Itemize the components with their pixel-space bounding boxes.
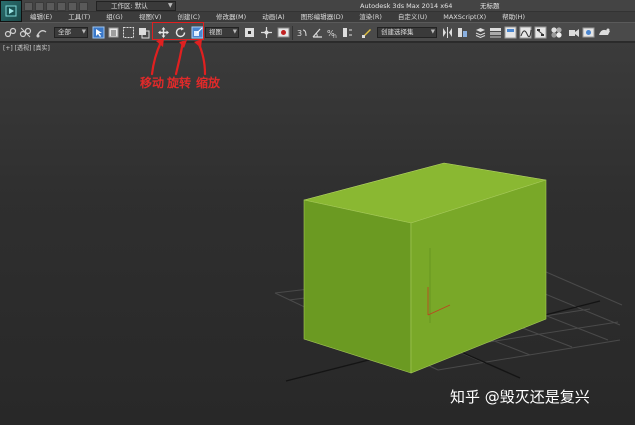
bind-space-warp-icon[interactable] xyxy=(35,26,48,39)
unlink-icon[interactable] xyxy=(19,26,32,39)
selection-filter-value: 全部 xyxy=(58,28,71,36)
edit-named-selection-sets-icon[interactable] xyxy=(360,26,373,39)
move-annotation: 移动 xyxy=(140,76,165,90)
rendered-frame-window-icon[interactable] xyxy=(582,26,595,39)
perspective-viewport[interactable]: [+] [透视] [真实] xyxy=(0,43,635,425)
named-selection-sets-value: 创建选择集 xyxy=(381,28,414,36)
render-production-icon[interactable] xyxy=(598,26,611,39)
keyboard-shortcut-override-icon[interactable] xyxy=(277,26,290,39)
undo-icon[interactable] xyxy=(57,1,66,11)
menu-item[interactable]: 编辑(E) xyxy=(22,12,60,22)
document-title: 无标题 xyxy=(480,2,500,10)
chevron-down-icon: ▼ xyxy=(232,29,237,35)
named-selection-sets-dropdown[interactable]: 创建选择集 ▼ xyxy=(377,27,437,38)
material-editor-icon[interactable] xyxy=(550,26,563,39)
quick-access-toolbar xyxy=(24,1,88,11)
menu-item[interactable]: 视图(V) xyxy=(131,12,170,22)
open-file-icon[interactable] xyxy=(35,1,44,11)
box-front-face xyxy=(303,199,412,374)
menu-item[interactable]: 动画(A) xyxy=(254,12,293,22)
toggle-scene-explorer-icon[interactable] xyxy=(474,26,487,39)
app-title: Autodesk 3ds Max 2014 x64 xyxy=(360,2,453,10)
pivot-point-center-icon[interactable] xyxy=(243,26,256,39)
spinner-snap-toggle-icon[interactable] xyxy=(341,26,354,39)
chevron-down-icon: ▼ xyxy=(168,2,173,9)
watermark: 知乎 @毁灭还是复兴 xyxy=(450,388,590,406)
menu-item[interactable]: 自定义(U) xyxy=(390,12,435,22)
application-menu-button[interactable] xyxy=(0,0,22,22)
svg-text:n: n xyxy=(333,33,337,39)
workspace-dropdown[interactable]: 工作区: 默认 ▼ xyxy=(96,1,176,11)
save-file-icon[interactable] xyxy=(46,1,55,11)
menu-item[interactable]: 帮助(H) xyxy=(494,12,533,22)
select-by-name-icon[interactable] xyxy=(107,26,120,39)
percent-snap-toggle-icon[interactable]: % n xyxy=(326,26,339,39)
green-box-object[interactable] xyxy=(303,162,547,374)
redo-icon[interactable] xyxy=(68,1,77,11)
chevron-down-icon: ▼ xyxy=(430,29,435,35)
reference-coordinate-dropdown[interactable]: 视图 ▼ xyxy=(205,27,239,38)
window-crossing-icon[interactable] xyxy=(137,26,150,39)
menu-item[interactable]: 组(G) xyxy=(98,12,131,22)
toggle-ribbon-icon[interactable] xyxy=(504,26,517,39)
chevron-down-icon: ▼ xyxy=(81,29,86,35)
menu-item[interactable]: 图形编辑器(D) xyxy=(293,12,352,22)
menu-item[interactable]: 工具(T) xyxy=(60,12,98,22)
rectangular-selection-region-icon[interactable] xyxy=(122,26,135,39)
menu-item[interactable]: 创建(C) xyxy=(169,12,208,22)
3dsmax-logo-icon xyxy=(5,5,17,17)
schematic-view-icon[interactable] xyxy=(534,26,547,39)
workspace-label: 工作区: 默认 xyxy=(111,2,148,10)
menu-bar: 编辑(E) 工具(T) 组(G) 视图(V) 创建(C) 修改器(M) 动画(A) 图形编辑器… xyxy=(22,12,635,22)
transform-tools-highlight xyxy=(152,22,204,40)
main-toolbar: 全部 ▼ 视图 ▼ 3 % n 创建选择集 ▼ xyxy=(0,22,635,42)
rotate-annotation: 旋转 xyxy=(167,76,192,90)
project-folder-icon[interactable] xyxy=(79,1,88,11)
title-bar: 工作区: 默认 ▼ Autodesk 3ds Max 2014 x64 无标题 xyxy=(0,0,635,12)
svg-text:3: 3 xyxy=(297,29,302,38)
toolbar-divider xyxy=(292,26,293,40)
new-file-icon[interactable] xyxy=(24,1,33,11)
menu-item[interactable]: 修改器(M) xyxy=(208,12,254,22)
menu-item[interactable]: 渲染(R) xyxy=(351,12,390,22)
mirror-icon[interactable] xyxy=(441,26,454,39)
scale-annotation: 缩放 xyxy=(196,76,221,90)
angle-snap-toggle-icon[interactable] xyxy=(311,26,324,39)
link-icon[interactable] xyxy=(4,26,17,39)
menu-item[interactable]: MAXScript(X) xyxy=(435,12,494,22)
selection-filter-dropdown[interactable]: 全部 ▼ xyxy=(54,27,88,38)
select-and-manipulate-icon[interactable] xyxy=(260,26,273,39)
viewport-scene xyxy=(274,162,623,382)
snaps-toggle-icon[interactable]: 3 xyxy=(296,26,309,39)
render-setup-icon[interactable] xyxy=(567,26,580,39)
select-object-icon[interactable] xyxy=(92,26,105,39)
curve-editor-icon[interactable] xyxy=(519,26,532,39)
reference-coordinate-value: 视图 xyxy=(209,28,222,36)
align-icon[interactable] xyxy=(456,26,469,39)
toggle-layer-explorer-icon[interactable] xyxy=(489,26,502,39)
